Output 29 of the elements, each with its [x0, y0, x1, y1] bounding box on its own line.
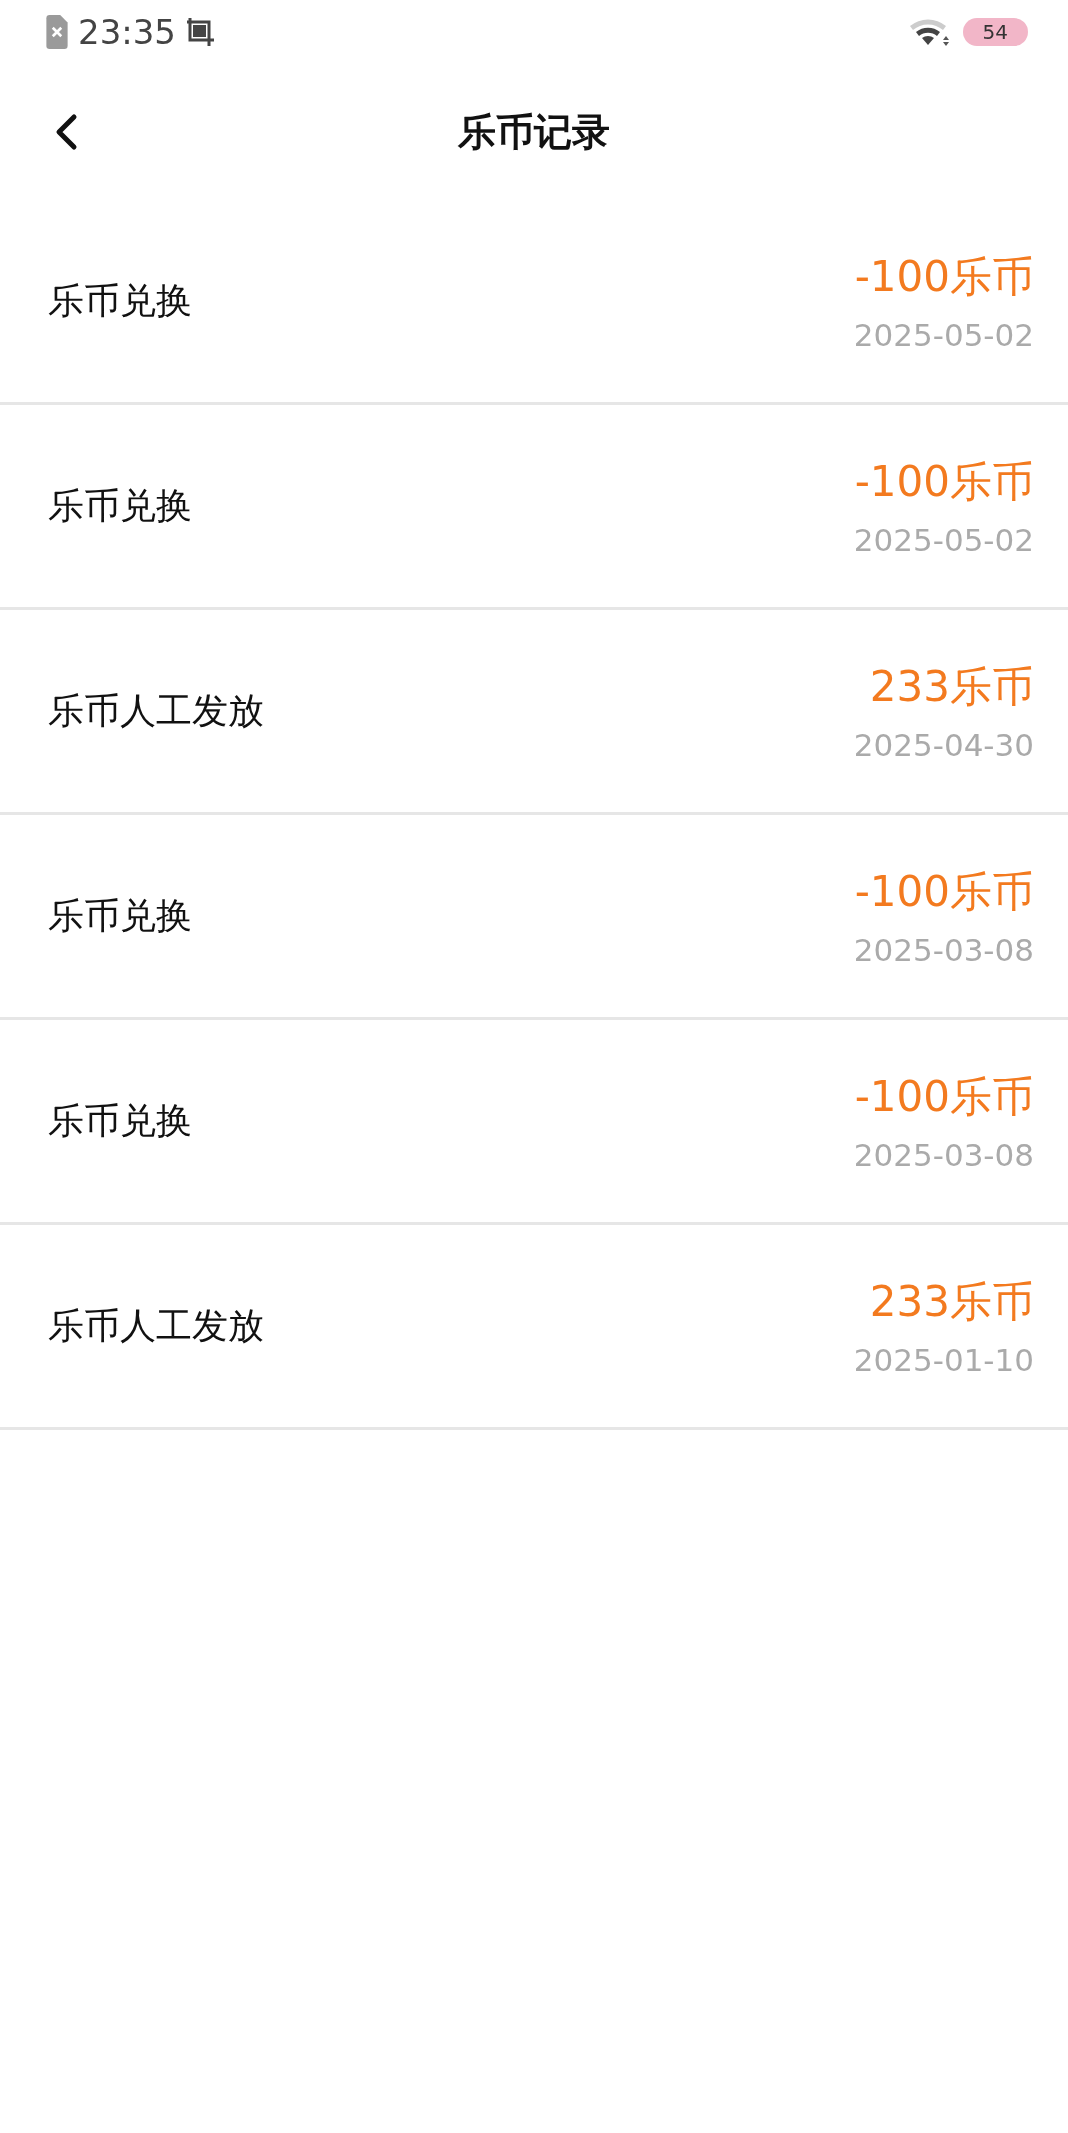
record-title: 乐币兑换 — [48, 483, 192, 528]
page-title: 乐币记录 — [458, 108, 610, 156]
status-time: 23:35 — [78, 12, 176, 52]
record-title: 乐币人工发放 — [48, 688, 264, 733]
record-title: 乐币人工发放 — [48, 1303, 264, 1348]
record-date: 2025-03-08 — [853, 932, 1034, 968]
record-title: 乐币兑换 — [48, 1098, 192, 1143]
record-amount: -100乐币 — [854, 456, 1034, 508]
record-title: 乐币兑换 — [48, 893, 192, 938]
record-amount: 233乐币 — [869, 661, 1034, 713]
record-amount: -100乐币 — [854, 866, 1034, 918]
record-date: 2025-01-10 — [853, 1342, 1034, 1378]
record-row[interactable]: 乐币人工发放 233乐币 2025-04-30 — [0, 610, 1068, 815]
record-date: 2025-05-02 — [853, 522, 1034, 558]
record-row[interactable]: 乐币兑换 -100乐币 2025-05-02 — [0, 405, 1068, 610]
back-icon[interactable] — [54, 113, 78, 151]
record-date: 2025-04-30 — [853, 727, 1034, 763]
record-row[interactable]: 乐币兑换 -100乐币 2025-03-08 — [0, 815, 1068, 1020]
sim-card-icon — [46, 15, 68, 49]
record-row[interactable]: 乐币兑换 -100乐币 2025-03-08 — [0, 1020, 1068, 1225]
record-title: 乐币兑换 — [48, 278, 192, 323]
record-date: 2025-05-02 — [853, 317, 1034, 353]
record-amount: -100乐币 — [854, 251, 1034, 303]
record-date: 2025-03-08 — [853, 1137, 1034, 1173]
record-row[interactable]: 乐币兑换 -100乐币 2025-05-02 — [0, 200, 1068, 405]
record-amount: -100乐币 — [854, 1071, 1034, 1123]
record-amount: 233乐币 — [869, 1276, 1034, 1328]
battery-indicator: 54 — [962, 18, 1028, 46]
record-row[interactable]: 乐币人工发放 233乐币 2025-01-10 — [0, 1225, 1068, 1430]
